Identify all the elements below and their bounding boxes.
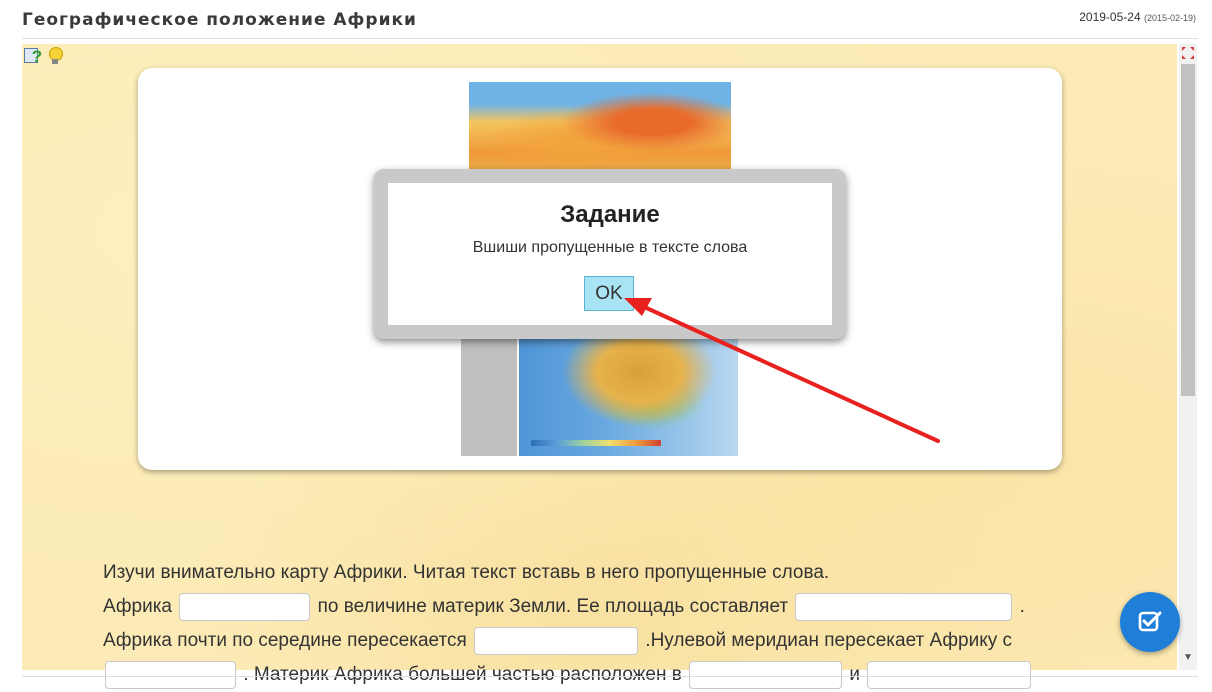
blank-input-6[interactable] — [867, 660, 1032, 689]
map-legend-scale — [531, 440, 661, 446]
date-primary: 2019-05-24 — [1079, 10, 1141, 24]
exercise-line-2: Африка почти по середине пересекается .Н… — [103, 624, 1033, 658]
blank-input-1[interactable] — [179, 592, 311, 621]
bottom-divider — [22, 676, 1198, 677]
help-question-icon[interactable]: ? — [24, 46, 42, 66]
text-segment: . — [1019, 596, 1025, 617]
task-dialog-title: Задание — [560, 201, 660, 228]
text-segment: по величине материк Земли. Ее площадь со… — [317, 596, 789, 617]
scroll-thumb[interactable] — [1181, 64, 1195, 396]
map-gray-filler — [461, 336, 517, 456]
blank-input-4[interactable] — [105, 660, 236, 689]
exercise-line-3: . Материк Африка большей частью располож… — [103, 658, 1033, 692]
text-segment: Африка почти по середине пересекается — [103, 630, 467, 651]
text-segment: .Нулевой меридиан пересекает Африку с — [645, 630, 1012, 651]
exercise-line-1: Африка по величине материк Земли. Ее пло… — [103, 590, 1033, 624]
task-dialog-text: Вшиши пропущенные в тексте слова — [472, 239, 748, 256]
text-segment: . Материк Африка большей частью располож… — [243, 664, 682, 685]
blank-input-3[interactable] — [474, 626, 639, 655]
vertical-scrollbar[interactable]: ▼ — [1179, 44, 1197, 670]
map-south-part — [519, 336, 738, 456]
page-title: Географическое положение Африки — [22, 10, 417, 30]
fullscreen-icon[interactable] — [1181, 46, 1195, 60]
blank-input-5[interactable] — [689, 660, 843, 689]
text-segment: и — [849, 664, 860, 685]
map-north-part — [469, 82, 731, 182]
exercise-text: Изучи внимательно карту Африки. Читая те… — [103, 556, 1033, 692]
check-edit-icon — [1138, 611, 1162, 632]
scroll-down-arrow-icon[interactable]: ▼ — [1183, 652, 1193, 663]
ok-button[interactable]: OK — [584, 276, 634, 311]
date-stamp: 2019-05-24 (2015-02-19) — [1079, 10, 1196, 24]
date-secondary: (2015-02-19) — [1143, 13, 1196, 23]
text-segment: Африка — [103, 596, 172, 617]
task-dialog: Задание Вшиши пропущенные в тексте слова… — [374, 169, 846, 339]
blank-input-2[interactable] — [795, 592, 1013, 621]
task-dialog-body: Задание Вшиши пропущенные в тексте слова… — [388, 183, 832, 325]
title-divider — [22, 38, 1198, 39]
check-edit-button[interactable] — [1120, 592, 1180, 652]
lightbulb-icon[interactable] — [46, 46, 64, 66]
exercise-intro: Изучи внимательно карту Африки. Читая те… — [103, 562, 830, 583]
